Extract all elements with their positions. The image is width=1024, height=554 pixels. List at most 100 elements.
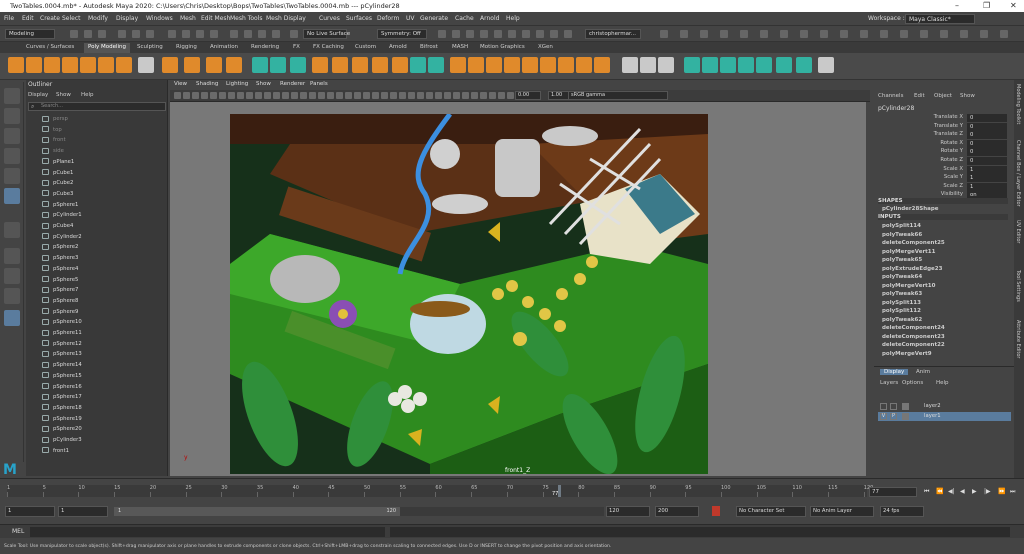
- side-tab[interactable]: UV Editor: [1015, 220, 1021, 243]
- menu-deform[interactable]: Deform: [377, 15, 399, 22]
- outliner-item[interactable]: pPlane1: [42, 157, 160, 167]
- attribute-value[interactable]: 0: [967, 131, 1007, 140]
- outliner-item[interactable]: pSphere10: [42, 317, 160, 327]
- viewport-tool-icon[interactable]: [273, 92, 280, 99]
- viewport-tool-icon[interactable]: [462, 92, 469, 99]
- status-tool-icon[interactable]: [940, 30, 948, 38]
- step-back-key-icon[interactable]: ⏪: [936, 488, 943, 495]
- shelf-tool-icon[interactable]: [270, 57, 286, 73]
- input-node[interactable]: deleteComponent23: [882, 334, 945, 340]
- shelf-tab-curves-surfaces[interactable]: Curves / Surfaces: [26, 44, 74, 50]
- viewport-tool-icon[interactable]: [210, 92, 217, 99]
- viewport-tool-icon[interactable]: [363, 92, 370, 99]
- attribute-row[interactable]: Rotate Z 0: [874, 157, 1009, 165]
- menu-uv[interactable]: UV: [406, 15, 415, 22]
- menu-generate[interactable]: Generate: [420, 15, 448, 22]
- viewport-tool-icon[interactable]: [255, 92, 262, 99]
- status-tool-icon[interactable]: [740, 30, 748, 38]
- viewport-tool-icon[interactable]: [372, 92, 379, 99]
- attribute-value[interactable]: 0: [967, 122, 1007, 131]
- status-tool-icon[interactable]: [760, 30, 768, 38]
- shelf-tool-icon[interactable]: [776, 57, 792, 73]
- menu-display[interactable]: Display: [116, 15, 138, 22]
- rotate-tool-icon[interactable]: [4, 168, 20, 184]
- shelf-tab-mash[interactable]: MASH: [452, 44, 468, 50]
- shelf-tab-poly-modeling[interactable]: Poly Modeling: [84, 43, 131, 53]
- shelf-tab-bifrost[interactable]: Bifrost: [420, 44, 438, 50]
- viewport-tool-icon[interactable]: [480, 92, 487, 99]
- timeline-bar[interactable]: 77 1 5 10 15 20 25 30 35 40 45 50 55 60 65 70 75 80 85 90 9…: [7, 485, 873, 497]
- input-node[interactable]: polyExtrudeEdge23: [882, 266, 942, 272]
- anim-layer-dropdown[interactable]: No Anim Layer: [810, 506, 874, 517]
- play-forward-icon[interactable]: ▶: [972, 488, 977, 495]
- paint-select-icon[interactable]: [4, 128, 20, 144]
- shelf-tool-icon[interactable]: [576, 57, 592, 73]
- status-tool-icon[interactable]: [70, 30, 78, 38]
- outliner-item[interactable]: pSphere8: [42, 296, 160, 306]
- shelf-tool-icon[interactable]: [540, 57, 556, 73]
- channelbox-menu-show[interactable]: Show: [960, 93, 975, 99]
- status-tool-icon[interactable]: [840, 30, 848, 38]
- status-tool-icon[interactable]: [146, 30, 154, 38]
- outliner-item[interactable]: pSphere5: [42, 275, 160, 285]
- visibility-toggle[interactable]: V: [880, 413, 887, 420]
- live-surface-field[interactable]: No Live Surface: [303, 29, 350, 39]
- viewport-tool-icon[interactable]: [453, 92, 460, 99]
- viewport-tool-icon[interactable]: [246, 92, 253, 99]
- attribute-row[interactable]: Rotate X 0: [874, 139, 1009, 148]
- menu-mesh-tools[interactable]: Mesh Tools: [230, 15, 262, 22]
- shelf-tool-icon[interactable]: [504, 57, 520, 73]
- attribute-value[interactable]: 1: [967, 165, 1007, 174]
- shelf-tool-icon[interactable]: [138, 57, 154, 73]
- outliner-item[interactable]: pSphere1: [42, 200, 160, 210]
- current-frame-field[interactable]: 77: [869, 487, 917, 497]
- viewport-tool-icon[interactable]: [498, 92, 505, 99]
- shelf-tool-icon[interactable]: [818, 57, 834, 73]
- status-tool-icon[interactable]: [118, 30, 126, 38]
- attribute-value[interactable]: 0: [967, 157, 1007, 165]
- shelf-tab-fx-caching[interactable]: FX Caching: [313, 44, 344, 50]
- go-to-end-icon[interactable]: ⏭: [1010, 488, 1015, 496]
- menu-modify[interactable]: Modify: [88, 15, 108, 22]
- current-frame-marker[interactable]: [558, 485, 561, 497]
- layer-color-swatch[interactable]: [902, 413, 909, 420]
- outliner-item[interactable]: pSphere16: [42, 382, 160, 392]
- shelf-tool-icon[interactable]: [372, 57, 388, 73]
- status-tool-icon[interactable]: [132, 30, 140, 38]
- input-node[interactable]: polyTweak65: [882, 257, 922, 263]
- input-node[interactable]: polyMergeVert11: [882, 249, 935, 255]
- attribute-value[interactable]: 1: [967, 182, 1007, 191]
- status-tool-icon[interactable]: [980, 30, 988, 38]
- single-pane-layout-icon[interactable]: [4, 248, 20, 264]
- viewport-tool-icon[interactable]: [327, 92, 334, 99]
- auto-key-icon[interactable]: [712, 506, 720, 516]
- viewport-tool-icon[interactable]: [183, 92, 190, 99]
- viewport-tool-icon[interactable]: [318, 92, 325, 99]
- outliner-item[interactable]: pCube4: [42, 221, 160, 231]
- shelf-tab-xgen[interactable]: XGen: [538, 44, 553, 50]
- shelf-tool-icon[interactable]: [206, 57, 222, 73]
- shelf-tab-custom[interactable]: Custom: [355, 44, 376, 50]
- shelf-tool-icon[interactable]: [486, 57, 502, 73]
- status-tool-icon[interactable]: [290, 30, 298, 38]
- shelf-tool-icon[interactable]: [226, 57, 242, 73]
- viewport-tool-icon[interactable]: [336, 92, 343, 99]
- attribute-row[interactable]: Scale X 1: [874, 165, 1009, 174]
- viewport-tool-icon[interactable]: [426, 92, 433, 99]
- input-node[interactable]: polySplit113: [882, 300, 921, 306]
- viewport-tool-icon[interactable]: [381, 92, 388, 99]
- layers-menu-options[interactable]: Options: [902, 380, 923, 386]
- mel-label[interactable]: MEL: [12, 528, 24, 535]
- outliner-item[interactable]: pSphere17: [42, 392, 160, 402]
- outliner-item[interactable]: pSphere19: [42, 414, 160, 424]
- attribute-row[interactable]: Translate Y 0: [874, 122, 1009, 131]
- outliner-item[interactable]: pSphere20: [42, 424, 160, 434]
- exposure-field[interactable]: 0.00: [515, 91, 541, 100]
- status-tool-icon[interactable]: [84, 30, 92, 38]
- attribute-value[interactable]: 0: [967, 148, 1007, 157]
- status-tool-icon[interactable]: [244, 30, 252, 38]
- outliner-item[interactable]: pSphere14: [42, 360, 160, 370]
- shelf-tool-icon[interactable]: [352, 57, 368, 73]
- input-node[interactable]: polyMergeVert10: [882, 283, 935, 289]
- tab-display[interactable]: Display: [880, 369, 909, 375]
